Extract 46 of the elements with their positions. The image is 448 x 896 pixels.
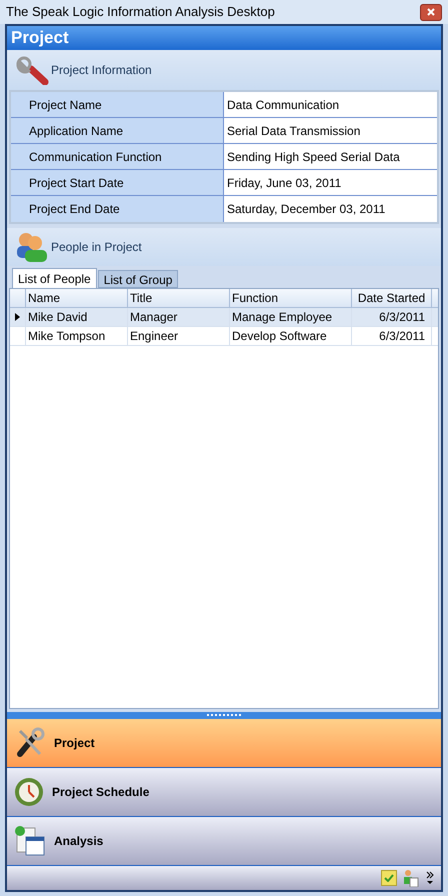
field-label: Project Start Date bbox=[11, 170, 224, 195]
splitter-handle[interactable] bbox=[7, 712, 441, 719]
table-cell: Develop Software bbox=[230, 327, 352, 345]
table-cell: Manage Employee bbox=[230, 308, 352, 326]
notes-icon[interactable] bbox=[381, 870, 397, 886]
overflow-icon[interactable] bbox=[425, 870, 435, 886]
table-row[interactable]: Mike Tompson Engineer Develop Software 6/3/2011 bbox=[10, 327, 438, 346]
section-title: People in Project bbox=[51, 239, 142, 256]
table-cell: 6/3/2011 bbox=[352, 327, 432, 345]
column-header[interactable]: Name bbox=[26, 289, 128, 307]
table-cell: Engineer bbox=[128, 327, 230, 345]
field-value: Data Communication bbox=[226, 96, 340, 114]
table-cell: Mike Tompson bbox=[26, 327, 128, 345]
row-pointer-icon bbox=[15, 313, 20, 321]
panel-title: Project bbox=[11, 27, 69, 50]
field-label: Project End Date bbox=[11, 196, 224, 222]
navigation-button[interactable]: Analysis bbox=[7, 817, 441, 866]
field-label: Project Name bbox=[11, 92, 224, 117]
navigation-button[interactable]: Project Schedule bbox=[7, 768, 441, 817]
navigation-button[interactable]: Project bbox=[7, 719, 441, 768]
field-value: Serial Data Transmission bbox=[226, 122, 362, 140]
field-label: Application Name bbox=[11, 118, 224, 143]
table-row[interactable]: Mike David Manager Manage Employee 6/3/2011 bbox=[10, 308, 438, 327]
close-button[interactable] bbox=[420, 4, 442, 20]
table-cell: 6/3/2011 bbox=[352, 308, 432, 326]
tab[interactable]: List of Group bbox=[98, 270, 178, 288]
column-header[interactable]: Date Started bbox=[352, 289, 432, 307]
close-icon bbox=[427, 8, 435, 16]
wrench-icon bbox=[15, 55, 49, 85]
column-header[interactable]: Title bbox=[128, 289, 230, 307]
people-icon bbox=[15, 231, 49, 263]
column-header[interactable]: Function bbox=[230, 289, 352, 307]
tools-icon bbox=[14, 727, 46, 759]
field-label: Communication Function bbox=[11, 144, 224, 169]
report-icon bbox=[14, 825, 46, 857]
window-title: The Speak Logic Information Analysis Desktop bbox=[6, 3, 275, 22]
person-document-icon[interactable] bbox=[403, 869, 419, 887]
clock-icon bbox=[14, 777, 44, 807]
tab[interactable]: List of People bbox=[12, 268, 97, 288]
section-title: Project Information bbox=[51, 62, 152, 79]
field-value: Saturday, December 03, 2011 bbox=[226, 201, 386, 218]
table-cell: Manager bbox=[128, 308, 230, 326]
field-value: Friday, June 03, 2011 bbox=[226, 174, 342, 192]
grip-icon bbox=[207, 714, 241, 717]
field-value: Sending High Speed Serial Data bbox=[226, 148, 401, 166]
table-cell: Mike David bbox=[26, 308, 128, 326]
